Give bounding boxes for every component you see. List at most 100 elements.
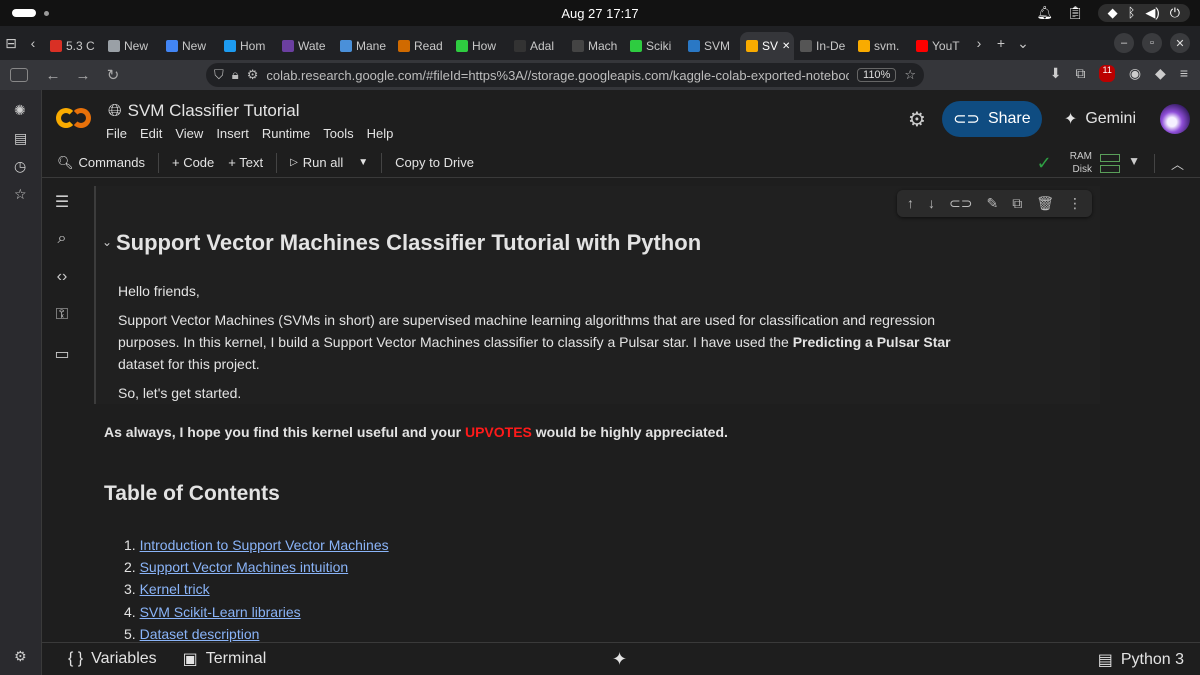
toc-link[interactable]: Support Vector Machines intuition <box>140 559 349 575</box>
browser-tab[interactable]: 5.3 C <box>44 32 102 60</box>
lock-icon[interactable]: 🔒︎ <box>232 67 239 83</box>
files-folder-icon[interactable]: ▭ <box>52 344 72 364</box>
vpn-icon[interactable]: ◉ <box>1129 65 1141 82</box>
reload-icon[interactable]: ↻ <box>98 66 128 84</box>
toc-link[interactable]: SVM Scikit-Learn libraries <box>140 604 301 620</box>
forward-icon[interactable]: → <box>68 67 98 84</box>
menu-view[interactable]: View <box>175 126 203 141</box>
toc-link[interactable]: Dataset description <box>140 626 260 642</box>
move-up-icon[interactable]: ↑ <box>907 195 914 212</box>
tab-favicon-icon <box>858 40 870 52</box>
connect-dropdown-icon[interactable]: ▼ <box>1128 154 1140 168</box>
commands-button[interactable]: 🔍︎ Commands <box>50 155 152 171</box>
browser-tab[interactable]: Mane <box>334 32 392 60</box>
close-tab-icon[interactable]: ✕ <box>782 41 790 52</box>
menu-insert[interactable]: Insert <box>216 126 249 141</box>
edit-pencil-icon[interactable]: ✎ <box>986 195 998 212</box>
system-clock[interactable]: Aug 27 17:17 <box>0 6 1200 21</box>
download-icon[interactable]: ⬇ <box>1050 65 1062 82</box>
gemini-sparkle-icon[interactable]: ✦ <box>612 649 627 670</box>
add-text-button[interactable]: + Text <box>221 155 270 170</box>
copy-to-drive-button[interactable]: Copy to Drive <box>388 155 481 170</box>
browser-tab[interactable]: SV ✕ <box>740 32 794 60</box>
terminal-button[interactable]: ▣ Terminal <box>183 649 267 669</box>
browser-tab[interactable]: Mach <box>566 32 624 60</box>
settings-gear-icon[interactable]: ⚙ <box>908 107 926 132</box>
delete-icon[interactable]: 🗑︎ <box>1036 195 1054 212</box>
resource-monitor[interactable]: ✓ RAM Disk <box>1037 150 1120 176</box>
code-snippets-icon[interactable]: ‹› <box>52 268 72 286</box>
scroll-tabs-right-icon[interactable]: › <box>968 35 990 51</box>
browser-tab[interactable]: New <box>102 32 160 60</box>
add-code-button[interactable]: + Code <box>165 155 221 170</box>
secrets-key-icon[interactable]: ⚿ <box>52 306 72 324</box>
notebook-title[interactable]: SVM Classifier Tutorial <box>128 101 300 121</box>
url-text[interactable]: colab.research.google.com/#fileId=https%… <box>266 68 849 83</box>
address-bar[interactable]: ⛉ 🔒︎ ⚙ colab.research.google.com/#fileId… <box>206 63 924 87</box>
share-button[interactable]: ⊂⊃ Share <box>941 101 1042 137</box>
collapse-section-icon[interactable]: ⌄ <box>102 235 112 249</box>
bookmarks-icon[interactable]: ☆ <box>14 186 27 203</box>
back-icon[interactable]: ← <box>38 67 68 84</box>
browser-tab[interactable]: svm. <box>852 32 910 60</box>
sidebar-settings-icon[interactable]: ⚙ <box>14 648 27 665</box>
sidebar-toggle-icon[interactable] <box>10 68 28 82</box>
browser-tab[interactable]: Read <box>392 32 450 60</box>
browser-tab[interactable]: Hom <box>218 32 276 60</box>
menu-help[interactable]: Help <box>367 126 394 141</box>
mirror-cell-icon[interactable]: ⧉ <box>1012 195 1022 212</box>
zoom-level[interactable]: 110% <box>857 68 897 82</box>
maximize-icon[interactable]: ▫ <box>1142 33 1162 53</box>
menu-edit[interactable]: Edit <box>140 126 162 141</box>
site-settings-icon[interactable]: ⚙ <box>247 67 259 83</box>
variables-button[interactable]: { } Variables <box>68 650 157 668</box>
tab-search-icon[interactable]: ⊟ <box>0 35 22 52</box>
browser-tab[interactable]: How <box>450 32 508 60</box>
more-options-icon[interactable]: ⋮ <box>1068 195 1082 212</box>
shield-icon[interactable]: ⛉ <box>214 67 224 83</box>
minimize-icon[interactable]: – <box>1114 33 1134 53</box>
browser-tab[interactable]: Adal <box>508 32 566 60</box>
notebook-content[interactable]: ↑ ↓ ⊂⊃ ✎ ⧉ 🗑︎ ⋮ ⌄ Support Vector Machine… <box>82 178 1200 642</box>
toc-link[interactable]: Kernel trick <box>140 581 210 597</box>
menu-icon[interactable]: ≡ <box>1180 65 1188 82</box>
browser-tab[interactable]: New <box>160 32 218 60</box>
scroll-tabs-left-icon[interactable]: ‹ <box>22 35 44 51</box>
collapse-header-icon[interactable]: ︿ <box>1153 154 1184 173</box>
menu-tools[interactable]: Tools <box>323 126 353 141</box>
ai-chat-icon[interactable]: ✺ <box>14 102 26 119</box>
browser-tab[interactable]: SVM <box>682 32 740 60</box>
find-replace-icon[interactable]: ⌕ <box>52 230 72 248</box>
run-all-button[interactable]: ▷ Run all ▼ <box>283 155 375 170</box>
bell-icon[interactable]: 🔔︎ <box>1037 5 1054 21</box>
close-window-icon[interactable]: ✕ <box>1170 33 1190 53</box>
extensions-puzzle-icon[interactable]: ⧉ <box>1075 65 1085 82</box>
run-all-label: Run all <box>302 155 344 170</box>
runtime-indicator[interactable]: ▤ Python 3 <box>1098 650 1184 670</box>
text-cell[interactable]: ↑ ↓ ⊂⊃ ✎ ⧉ 🗑︎ ⋮ ⌄ Support Vector Machine… <box>94 186 1100 404</box>
menu-runtime[interactable]: Runtime <box>262 126 310 141</box>
browser-tab[interactable]: YouT <box>910 32 968 60</box>
run-all-dropdown-icon[interactable]: ▼ <box>358 157 368 168</box>
browser-tab[interactable]: In-De <box>794 32 852 60</box>
history-icon[interactable]: ◷ <box>14 158 26 175</box>
gemini-button[interactable]: ✦ Gemini <box>1064 109 1136 129</box>
quick-settings[interactable]: ◆ ᛒ ◀) ⏻ <box>1097 4 1190 22</box>
new-tab-icon[interactable]: + <box>990 35 1012 51</box>
toc-link[interactable]: Introduction to Support Vector Machines <box>140 537 389 553</box>
notebook-title-area[interactable]: 🌐︎ SVM Classifier Tutorial <box>108 101 300 121</box>
move-down-icon[interactable]: ↓ <box>928 195 935 212</box>
browser-tab[interactable]: Sciki <box>624 32 682 60</box>
avatar[interactable] <box>1160 104 1190 134</box>
clipboard-icon[interactable]: 📋︎ <box>1067 5 1084 21</box>
table-of-contents-icon[interactable]: ☰ <box>52 192 72 212</box>
colab-logo[interactable] <box>56 106 92 130</box>
leo-icon[interactable]: ◆ <box>1155 65 1166 82</box>
browser-tab[interactable]: Wate <box>276 32 334 60</box>
extension-badge[interactable]: 11 <box>1099 65 1115 82</box>
tab-list-icon[interactable]: ⌄ <box>1012 35 1034 52</box>
link-icon[interactable]: ⊂⊃ <box>949 195 972 212</box>
bookmark-star-icon[interactable]: ☆ <box>904 67 916 83</box>
reading-list-icon[interactable]: ▤ <box>14 130 27 147</box>
menu-file[interactable]: File <box>106 126 127 141</box>
